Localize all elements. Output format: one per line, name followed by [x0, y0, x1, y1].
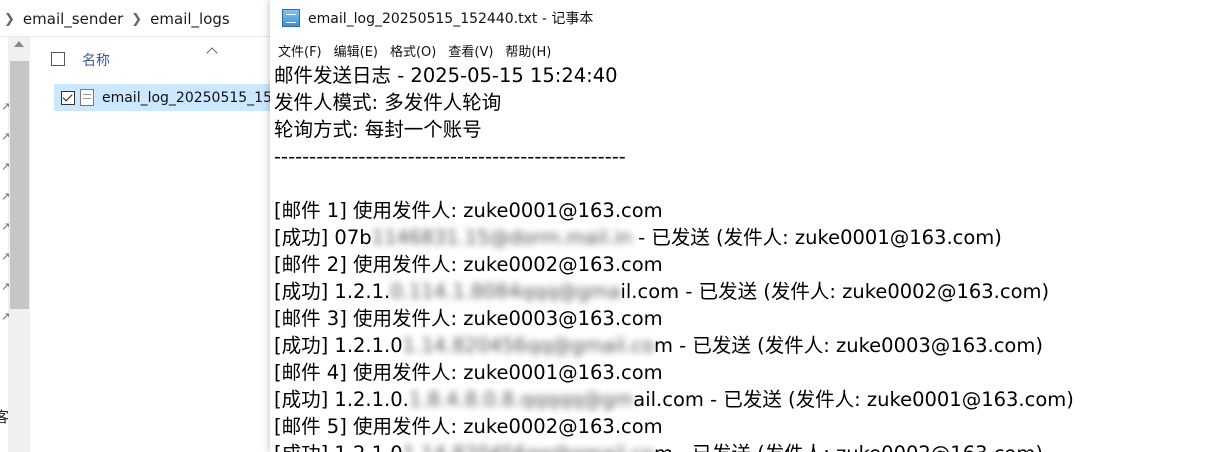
scroll-up-icon[interactable]: [14, 41, 24, 47]
redacted-email: 1.14.820456qq@gmail.co: [403, 442, 654, 452]
breadcrumb: ❯ email_sender ❯ email_logs: [0, 6, 230, 32]
text-line: [274, 170, 1210, 197]
line-text: - 已发送 (发件人: zuke0001@163.com): [631, 226, 1002, 249]
menu-edit[interactable]: 编辑(E): [334, 41, 378, 60]
file-row-selected[interactable]: email_log_20250515_15: [54, 84, 272, 111]
line-text: [成功] 1.2.1.0: [274, 442, 403, 452]
line-text: m - 已发送 (发件人: zuke0002@163.com): [654, 442, 1043, 452]
file-list: 名称 email_log_20250515_15: [40, 37, 272, 452]
checkmark-icon: [63, 91, 73, 102]
pin-icon: ↗: [1, 280, 11, 293]
text-line: 轮询方式: 每封一个账号: [274, 118, 482, 141]
pin-icon: ↗: [1, 130, 11, 143]
text-line: ----------------------------------------…: [274, 145, 626, 168]
text-line: [邮件 3] 使用发件人: zuke0003@163.com: [274, 307, 663, 330]
chevron-right-icon: ❯: [4, 11, 15, 27]
text-editor-area[interactable]: 邮件发送日志 - 2025-05-15 15:24:40 发件人模式: 多发件人轮…: [270, 62, 1210, 452]
file-explorer-window: ❯ email_sender ❯ email_logs ↗ ↗ ↗ ↗ ↗ ↗ …: [0, 0, 272, 452]
redacted-email: 1.8.4.8.0.8.qqqqq@gm: [408, 388, 634, 411]
text-line: [成功] 1.2.1.0.114.1.8084qqq@gmail.com - 已…: [274, 278, 1210, 305]
menu-format[interactable]: 格式(O): [390, 41, 436, 60]
menu-help[interactable]: 帮助(H): [505, 41, 551, 60]
text-line: [邮件 1] 使用发件人: zuke0001@163.com: [274, 199, 663, 222]
pin-icon: ↗: [1, 160, 11, 173]
text-line: 发件人模式: 多发件人轮询: [274, 91, 502, 114]
nav-scrollbar-thumb[interactable]: [10, 61, 29, 309]
line-text: [成功] 1.2.1.: [274, 280, 391, 303]
select-all-checkbox[interactable]: [51, 52, 65, 66]
breadcrumb-item-email-sender[interactable]: email_sender: [23, 10, 123, 28]
menu-view[interactable]: 查看(V): [448, 41, 493, 60]
text-line: [邮件 5] 使用发件人: zuke0002@163.com: [274, 415, 663, 438]
redacted-email: 1146831.15@dorm.mail.in: [371, 226, 632, 249]
title-bar[interactable]: email_log_20250515_152440.txt - 记事本: [270, 0, 1210, 36]
text-file-icon: [79, 89, 94, 106]
column-header-row: 名称: [40, 43, 272, 75]
file-name: email_log_20250515_15: [101, 89, 272, 106]
text-line: [成功] 1.2.1.0.1.8.4.8.0.8.qqqqq@gmail.com…: [274, 386, 1210, 413]
navigation-pane: ↗ ↗ ↗ ↗ ↗ ↗ ↗ ↗ 客: [0, 37, 36, 452]
pin-icon: ↗: [1, 190, 11, 203]
menu-bar: 文件(F) 编辑(E) 格式(O) 查看(V) 帮助(H): [270, 37, 1210, 63]
window-title: email_log_20250515_152440.txt - 记事本: [308, 11, 594, 27]
text-line: 邮件发送日志 - 2025-05-15 15:24:40: [274, 64, 618, 87]
breadcrumb-item-email-logs[interactable]: email_logs: [150, 10, 230, 28]
chevron-right-icon[interactable]: ❯: [131, 12, 142, 27]
line-text: m - 已发送 (发件人: zuke0003@163.com): [653, 334, 1043, 357]
nav-item-label[interactable]: 客: [0, 406, 9, 427]
notepad-window: email_log_20250515_152440.txt - 记事本 文件(F…: [270, 0, 1210, 452]
line-text: [成功] 07b: [274, 226, 372, 249]
text-line: [成功] 07b1146831.15@dorm.mail.in - 已发送 (发…: [274, 224, 1210, 251]
column-header-name[interactable]: 名称: [82, 50, 110, 70]
pin-icon: ↗: [1, 250, 11, 263]
pin-icon: ↗: [1, 220, 11, 233]
text-line: [邮件 4] 使用发件人: zuke0001@163.com: [274, 361, 663, 384]
line-text: [成功] 1.2.1.0: [274, 334, 403, 357]
sort-ascending-icon: [206, 47, 218, 59]
redacted-email: 1.14.820456qq@gmail.co: [402, 334, 654, 357]
text-line: [成功] 1.2.1.01.14.820456qq@gmail.com - 已发…: [274, 440, 1210, 452]
text-line: [成功] 1.2.1.01.14.820456qq@gmail.com - 已发…: [274, 332, 1210, 359]
line-text: [成功] 1.2.1.0.: [274, 388, 409, 411]
file-checkbox[interactable]: [61, 90, 75, 105]
redacted-email: 0.114.1.8084qqq@gma: [390, 280, 621, 303]
text-line: [邮件 2] 使用发件人: zuke0002@163.com: [274, 253, 663, 276]
pin-icon: ↗: [1, 100, 11, 113]
line-text: ail.com - 已发送 (发件人: zuke0001@163.com): [633, 388, 1074, 411]
menu-file[interactable]: 文件(F): [278, 41, 322, 60]
notepad-icon: [282, 9, 300, 27]
line-text: il.com - 已发送 (发件人: zuke0002@163.com): [620, 280, 1050, 303]
pin-icon: ↗: [1, 310, 11, 323]
